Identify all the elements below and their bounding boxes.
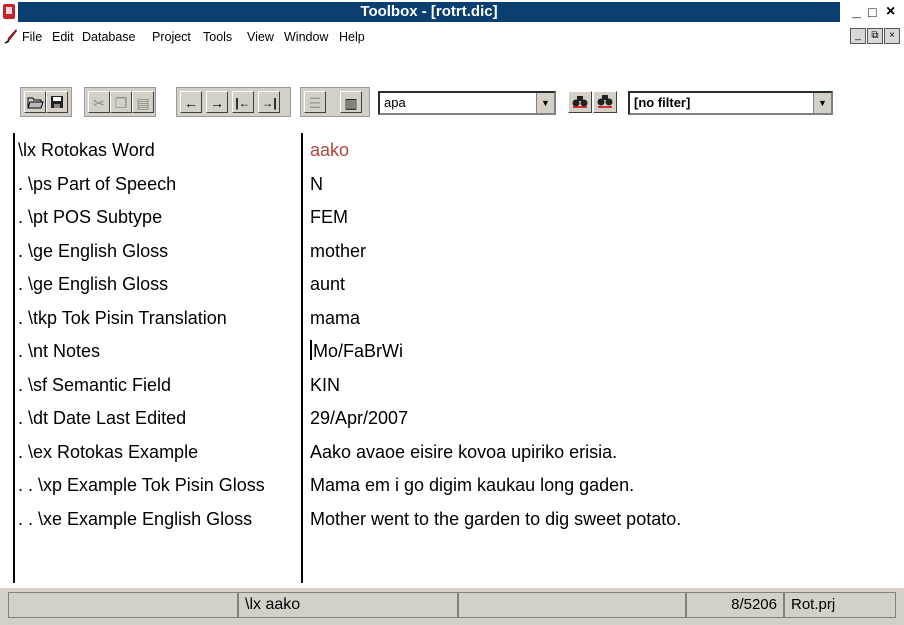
mdi-restore-button[interactable]: ⧉ — [867, 28, 883, 44]
search-dropdown-icon[interactable]: ▼ — [536, 93, 554, 113]
status-project: Rot.prj — [784, 592, 896, 618]
mdi-close-button[interactable]: × — [884, 28, 900, 44]
app-icon[interactable] — [3, 4, 15, 19]
menu-edit[interactable]: Edit — [52, 29, 74, 45]
field-label[interactable]: . . \xe Example English Gloss — [18, 506, 300, 540]
search-value: apa — [384, 95, 406, 110]
field-label[interactable]: . \nt Notes — [18, 338, 300, 372]
save-icon[interactable] — [46, 91, 68, 113]
title-bar: Toolbox - [rotrt.dic] _ □ × — [0, 0, 904, 24]
field-value[interactable]: N — [310, 171, 900, 205]
left-border — [13, 133, 15, 583]
menu-view[interactable]: View — [247, 29, 274, 45]
field-label[interactable]: . \ps Part of Speech — [18, 171, 300, 205]
menu-project[interactable]: Project — [152, 29, 191, 45]
field-label[interactable]: . \tkp Tok Pisin Translation — [18, 305, 300, 339]
field-label[interactable]: . \sf Semantic Field — [18, 372, 300, 406]
window-title: Toolbox - [rotrt.dic] — [18, 2, 840, 22]
filter-combo[interactable]: [no filter] ▼ — [628, 91, 833, 115]
maximize-button[interactable]: □ — [868, 2, 876, 22]
toolbar — [0, 48, 904, 84]
field-value[interactable]: Mama em i go digim kaukau long gaden. — [310, 472, 900, 506]
arrow-right-icon[interactable]: → — [206, 91, 228, 113]
notes-field[interactable]: Mo/FaBrWi — [310, 338, 900, 372]
status-cell-empty — [458, 592, 686, 618]
field-label[interactable]: . \ge English Gloss — [18, 271, 300, 305]
browse-icon[interactable]: ☰ — [304, 91, 326, 113]
field-value[interactable]: 29/Apr/2007 — [310, 405, 900, 439]
field-label[interactable]: . \dt Date Last Edited — [18, 405, 300, 439]
minimize-button[interactable]: _ — [852, 2, 861, 22]
column-divider[interactable] — [301, 133, 303, 583]
field-labels: \lx Rotokas Word . \ps Part of Speech . … — [18, 137, 300, 539]
filter-dropdown-icon[interactable]: ▼ — [813, 93, 831, 113]
copy-icon[interactable]: ❐ — [110, 91, 132, 113]
find-next-icon[interactable] — [593, 91, 617, 113]
first-icon[interactable]: |← — [232, 91, 254, 113]
status-cell-empty — [8, 592, 238, 618]
field-label[interactable]: . \ex Rotokas Example — [18, 439, 300, 473]
field-values: aako N FEM mother aunt mama Mo/FaBrWi KI… — [310, 137, 900, 539]
field-value[interactable]: mama — [310, 305, 900, 339]
field-value[interactable]: aunt — [310, 271, 900, 305]
status-current-field: \lx aako — [238, 592, 458, 618]
table-icon[interactable]: ▥ — [340, 91, 362, 113]
menu-bar: File Edit Database Project Tools View Wi… — [0, 24, 904, 48]
open-icon[interactable] — [24, 91, 46, 113]
field-label[interactable]: . \ge English Gloss — [18, 238, 300, 272]
headword-value[interactable]: aako — [310, 137, 900, 171]
status-bar: \lx aako 8/5206 Rot.prj — [0, 588, 904, 625]
menu-help[interactable]: Help — [339, 29, 365, 45]
search-combo[interactable]: apa ▼ — [378, 91, 556, 115]
field-value[interactable]: mother — [310, 238, 900, 272]
field-value[interactable]: Aako avaoe eisire kovoa upiriko erisia. — [310, 439, 900, 473]
menu-window[interactable]: Window — [284, 29, 328, 45]
paste-icon[interactable]: ▤ — [132, 91, 154, 113]
field-value: Mo/FaBrWi — [313, 341, 403, 361]
cut-icon[interactable]: ✂ — [88, 91, 110, 113]
feather-pen-icon[interactable] — [4, 28, 18, 44]
last-icon[interactable]: →| — [258, 91, 280, 113]
find-icon[interactable] — [568, 91, 592, 113]
mdi-controls: _ ⧉ × — [850, 28, 900, 44]
filter-value: [no filter] — [634, 95, 691, 110]
field-label[interactable]: . . \xp Example Tok Pisin Gloss — [18, 472, 300, 506]
field-value[interactable]: FEM — [310, 204, 900, 238]
field-label[interactable]: . \pt POS Subtype — [18, 204, 300, 238]
field-value[interactable]: KIN — [310, 372, 900, 406]
field-label[interactable]: \lx Rotokas Word — [18, 137, 300, 171]
text-cursor — [310, 340, 312, 360]
mdi-minimize-button[interactable]: _ — [850, 28, 866, 44]
status-record-count: 8/5206 — [686, 592, 784, 618]
close-button[interactable]: × — [886, 2, 895, 22]
menu-database[interactable]: Database — [82, 29, 136, 45]
field-value[interactable]: Mother went to the garden to dig sweet p… — [310, 506, 900, 540]
menu-file[interactable]: File — [22, 29, 42, 45]
menu-tools[interactable]: Tools — [203, 29, 232, 45]
arrow-left-icon[interactable]: ← — [180, 91, 202, 113]
